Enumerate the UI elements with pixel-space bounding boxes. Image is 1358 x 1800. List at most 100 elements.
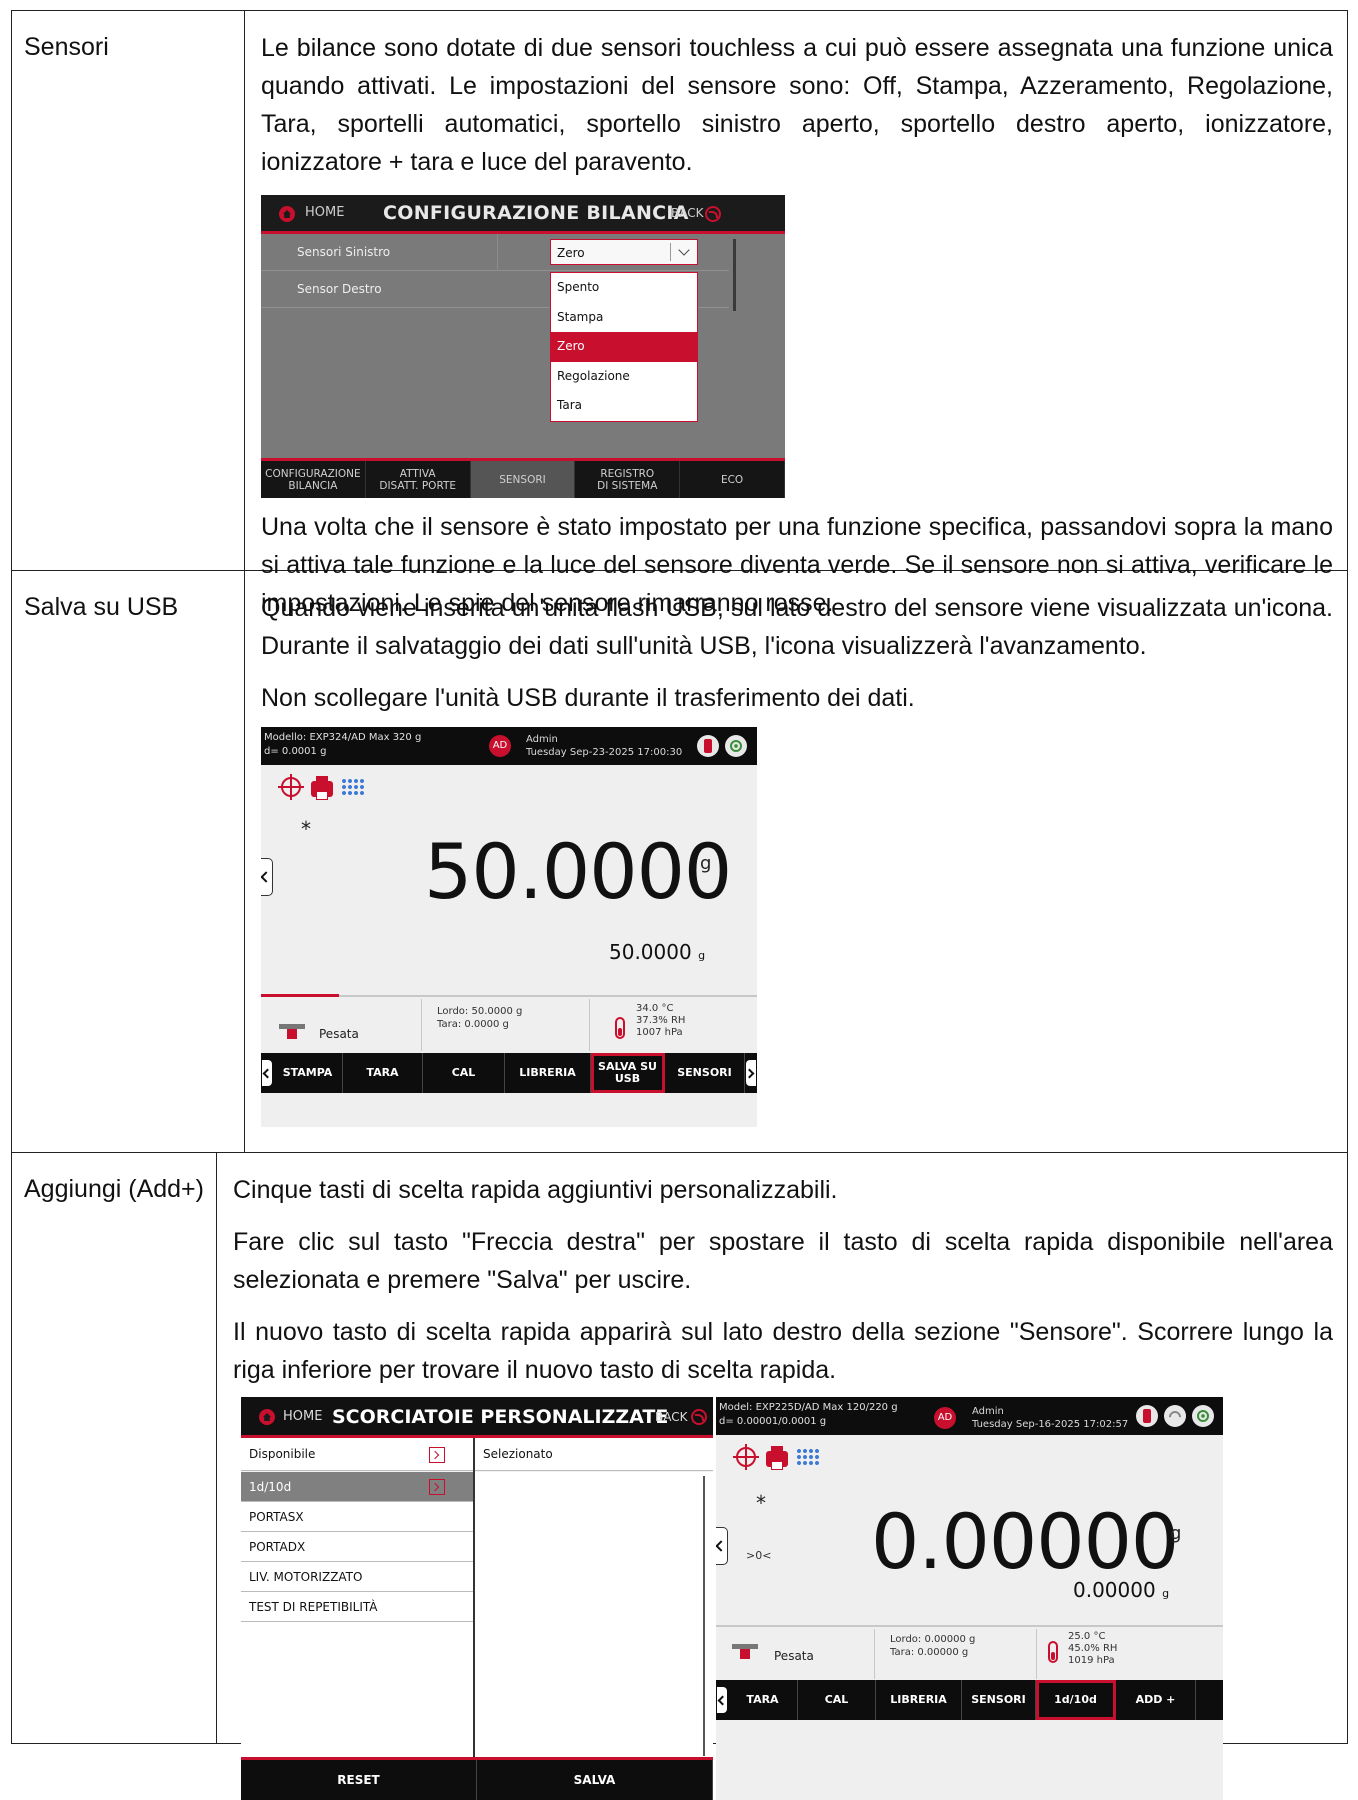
paragraph: Cinque tasti di scelta rapida aggiuntivi…	[233, 1176, 838, 1204]
chevron-down-icon[interactable]	[678, 244, 690, 256]
available-list-empty	[241, 1622, 473, 1757]
chevron-right-icon	[746, 1060, 756, 1086]
key-sensori[interactable]: SENSORI	[962, 1680, 1036, 1720]
sensor-function-select[interactable]: Zero	[550, 239, 698, 265]
user-badge[interactable]: AD	[934, 1407, 956, 1429]
option-regolazione[interactable]: Regolazione	[551, 362, 697, 392]
tab-attiva-porte[interactable]: ATTIVA DISATT. PORTE	[366, 461, 471, 498]
screen-header: HOME SCORCIATOIE PERSONALIZZATE BACK	[241, 1397, 713, 1438]
shortcut-item-portadx[interactable]: PORTADX	[241, 1532, 473, 1562]
option-spento[interactable]: Spento	[551, 273, 697, 303]
scale-icon	[732, 1641, 758, 1659]
option-tara[interactable]: Tara	[551, 391, 697, 421]
side-panel-tab[interactable]	[261, 858, 273, 896]
selected-header: Selezionato	[475, 1438, 713, 1471]
item-label: PORTASX	[249, 1510, 304, 1524]
table-row-sensori: Sensori Le bilance sono dotate di due se…	[12, 11, 1347, 617]
readability-label: d= 0.0001 g	[264, 746, 327, 757]
option-zero[interactable]: Zero	[551, 332, 697, 362]
softkey-bar: TARA CAL LIBRERIA SENSORI 1d/10d ADD +	[716, 1680, 1223, 1720]
printer-icon	[766, 1446, 788, 1470]
level-icon[interactable]	[1192, 1405, 1214, 1427]
usb-icon[interactable]	[1136, 1405, 1158, 1427]
status-bar: Model: EXP225D/AD Max 120/220 g d= 0.0000…	[716, 1397, 1223, 1435]
screen-header: HOME CONFIGURAZIONE BILANCIA BACK	[261, 195, 785, 234]
tab-registro-sistema[interactable]: REGISTRO DI SISTEMA	[575, 461, 681, 498]
scroll-right-button[interactable]	[745, 1053, 757, 1093]
weight-unit: g	[700, 853, 712, 874]
printer-icon	[311, 776, 333, 800]
weight-display: 50.0000	[424, 827, 732, 916]
column-title: Selezionato	[483, 1447, 553, 1461]
screen-title: SCORCIATOIE PERSONALIZZATE	[332, 1406, 669, 1428]
level-icon[interactable]	[725, 735, 747, 757]
key-1d10d[interactable]: 1d/10d	[1036, 1680, 1116, 1720]
item-label: 1d/10d	[249, 1480, 292, 1494]
chevron-left-icon	[717, 1687, 727, 1713]
user-info: Admin Tuesday Sep-23-2025 17:00:30	[526, 733, 682, 759]
add-screenshot: Model: EXP225D/AD Max 120/220 g d= 0.0000…	[716, 1397, 1223, 1800]
scroll-left-button[interactable]	[716, 1680, 728, 1720]
tab-label: CONFIGURAZIONE	[265, 467, 361, 480]
progress-indicator	[261, 994, 339, 997]
home-label[interactable]: HOME	[305, 205, 344, 220]
zero-indicator: >0<	[746, 1549, 772, 1562]
datetime: Tuesday Sep-16-2025 17:02:57	[972, 1419, 1129, 1430]
back-icon[interactable]	[705, 206, 721, 222]
move-right-icon[interactable]	[429, 1447, 445, 1463]
scrollbar[interactable]	[733, 239, 736, 311]
key-libreria[interactable]: LIBRERIA	[876, 1680, 962, 1720]
tab-label: DISATT. PORTE	[379, 479, 457, 492]
humidity: 37.3% RH	[636, 1015, 686, 1026]
key-add-plus[interactable]: ADD +	[1116, 1680, 1196, 1720]
option-stampa[interactable]: Stampa	[551, 303, 697, 333]
pressure: 1019 hPa	[1068, 1655, 1115, 1666]
datetime: Tuesday Sep-23-2025 17:00:30	[526, 747, 683, 758]
scrollbar[interactable]	[703, 1476, 705, 1756]
reset-button[interactable]: RESET	[241, 1760, 477, 1800]
gross-label: Lordo: 0.00000 g	[890, 1634, 976, 1645]
key-tara[interactable]: TARA	[728, 1680, 798, 1720]
side-panel-tab[interactable]	[716, 1527, 728, 1565]
tab-label: ATTIVA	[399, 467, 436, 480]
divider	[1036, 1629, 1037, 1679]
row-content: Cinque tasti di scelta rapida aggiuntivi…	[217, 1153, 1347, 1800]
home-icon[interactable]	[259, 1409, 275, 1425]
back-label[interactable]: BACK	[671, 206, 703, 220]
setting-label: Sensori Sinistro	[297, 245, 391, 259]
shortcut-item-repeatability[interactable]: TEST DI REPETIBILITÀ	[241, 1592, 473, 1622]
key-cal[interactable]: CAL	[798, 1680, 876, 1720]
paragraph: Non scollegare l'unità USB durante il tr…	[261, 684, 915, 712]
row-content: Le bilance sono dotate di due sensori to…	[245, 11, 1347, 617]
key-tara[interactable]: TARA	[343, 1053, 423, 1093]
home-icon[interactable]	[279, 206, 295, 222]
save-button[interactable]: SALVA	[477, 1760, 713, 1800]
user-name: Admin	[526, 734, 558, 745]
user-badge[interactable]: AD	[489, 735, 511, 757]
shortcut-item-motorized-level[interactable]: LIV. MOTORIZZATO	[241, 1562, 473, 1592]
move-right-icon[interactable]	[429, 1479, 445, 1495]
key-salva-usb[interactable]: SALVA SU USB	[591, 1053, 665, 1093]
home-label[interactable]: HOME	[283, 1409, 322, 1424]
scroll-left-button[interactable]	[261, 1053, 273, 1093]
crosshair-icon	[733, 1444, 759, 1470]
back-label[interactable]: BACK	[655, 1410, 687, 1424]
tab-sensori[interactable]: SENSORI	[470, 461, 576, 498]
selected-list[interactable]	[475, 1472, 713, 1757]
key-libreria[interactable]: LIBRERIA	[505, 1053, 591, 1093]
secondary-weight: 50.0000 g	[609, 940, 705, 964]
back-icon[interactable]	[691, 1409, 707, 1425]
temperature: 25.0 °C	[1068, 1631, 1106, 1642]
wifi-icon[interactable]	[1164, 1405, 1186, 1427]
usb-icon[interactable]	[697, 735, 719, 757]
key-cal[interactable]: CAL	[423, 1053, 505, 1093]
key-sensori[interactable]: SENSORI	[665, 1053, 745, 1093]
shortcut-item-portasx[interactable]: PORTASX	[241, 1502, 473, 1532]
tare-label: Tara: 0.00000 g	[890, 1647, 969, 1658]
paragraph: Le bilance sono dotate di due sensori to…	[261, 34, 1333, 176]
tab-eco[interactable]: ECO	[680, 461, 785, 498]
tab-configurazione-bilancia[interactable]: CONFIGURAZIONE BILANCIA	[261, 461, 366, 498]
mode-label: Pesata	[774, 1649, 814, 1663]
column-title: Disponibile	[249, 1447, 316, 1461]
key-stampa[interactable]: STAMPA	[273, 1053, 343, 1093]
